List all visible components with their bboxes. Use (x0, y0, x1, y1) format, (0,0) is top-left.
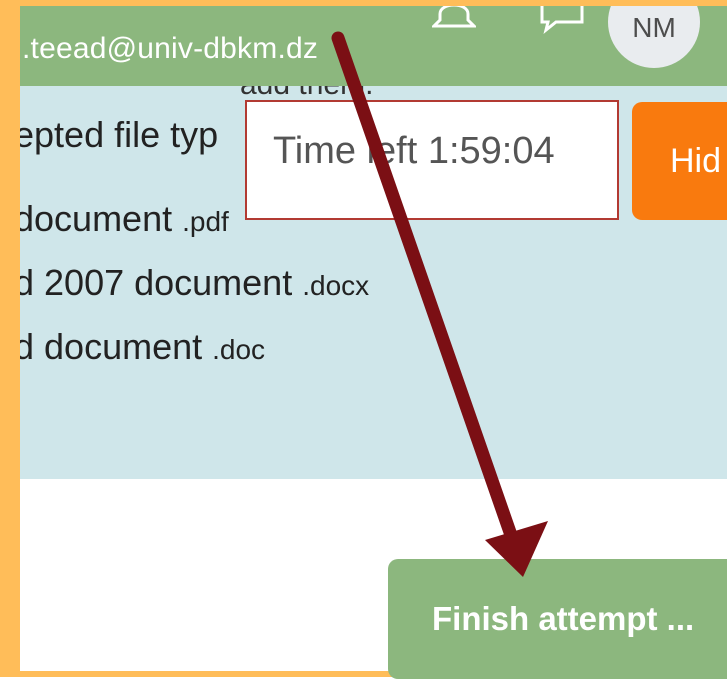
file-type-item-docx: d 2007 document .docx (20, 262, 369, 304)
line-text: d document (20, 326, 213, 367)
bell-icon[interactable] (430, 6, 478, 43)
line-text: d 2007 document (20, 262, 303, 303)
line-text: epted file typ (20, 114, 219, 155)
line-extension: .pdf (182, 206, 229, 237)
file-type-item-pdf: document .pdf (20, 198, 229, 240)
chat-icon[interactable] (538, 6, 586, 39)
file-type-item-doc: d document .doc (20, 326, 265, 368)
time-left-timer: Time left 1:59:04 (245, 100, 619, 220)
timer-label: Time left 1:59:04 (273, 130, 555, 172)
user-email: .teead@univ-dbkm.dz (22, 32, 319, 65)
line-extension: .doc (212, 334, 266, 365)
line-text: document (20, 198, 183, 239)
accepted-file-types-heading: epted file typ (20, 114, 218, 156)
line-extension: .docx (302, 270, 370, 301)
hide-timer-button[interactable]: Hid (632, 102, 727, 220)
avatar[interactable]: NM (608, 6, 700, 68)
finish-attempt-button[interactable]: Finish attempt ... (388, 559, 727, 679)
frame-left (0, 0, 20, 677)
top-header-bar: .teead@univ-dbkm.dz NM (20, 6, 727, 86)
